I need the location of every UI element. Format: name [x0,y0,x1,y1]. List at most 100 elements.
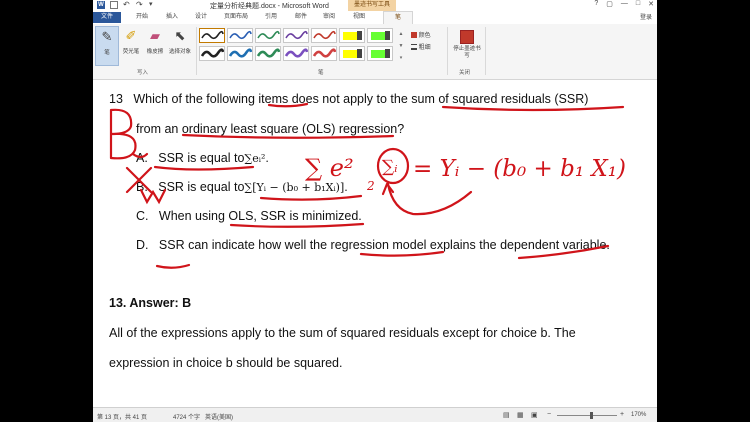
title-bar: W ↶ ↷ ▾ 定量分析经典题.docx - Microsoft Word 墨迹… [93,0,657,11]
handwritten-formula: = Yᵢ − (b₀ + b₁ X₁) [413,156,626,182]
pen-stroke-icon [229,30,252,40]
zoom-out-button[interactable]: − [547,411,551,418]
explanation-line-2: expression in choice b should be squared… [109,356,343,370]
pen-stroke-icon [284,48,308,58]
pen-stroke-icon [285,30,308,40]
option-b: B. SSR is equal to∑[Yᵢ − (b₀ + b₁Xᵢ)]. [136,180,348,194]
zoom-slider-track[interactable] [557,415,617,416]
maximize-button[interactable]: □ [636,0,640,8]
highlighter-tool-label: 荧光笔 [122,49,140,55]
highlighter-swatch[interactable] [367,28,393,43]
redo-icon[interactable]: ↷ [136,1,144,9]
read-mode-icon[interactable]: ▤ [503,411,510,419]
word-window: W ↶ ↷ ▾ 定量分析经典题.docx - Microsoft Word 墨迹… [93,0,657,422]
underline-option-a [153,165,255,171]
thickness-icon [411,44,417,51]
sign-in-link[interactable]: 登录 [640,12,652,21]
pen-color-option[interactable]: 颜色 [411,30,431,39]
option-letter: B. [136,180,148,194]
handwritten-exponent: 2 [366,179,375,193]
word-count[interactable]: 4724 个字 [173,412,200,421]
zoom-level[interactable]: 170% [631,412,646,418]
close-button[interactable]: ✕ [648,0,654,8]
pen-swatch[interactable] [227,28,253,43]
handwritten-sum-e2: ∑ e² [305,154,354,182]
pen-swatch[interactable] [283,28,309,43]
customize-qat-icon[interactable]: ▾ [149,1,157,9]
tab-file[interactable]: 文件 [93,12,121,23]
pen-swatch[interactable] [199,46,225,61]
tab-mailings[interactable]: 邮件 [290,12,312,23]
select-cursor-icon: ⬉ [174,28,186,43]
tab-references[interactable]: 引用 [260,12,282,23]
ribbon: ✎ 笔 ✐ 荧光笔 ▰ 橡皮擦 ⬉ 选择对象 写入 ▲ ▼ ▾ 颜色 粗细 笔 … [93,24,657,80]
pen-stroke-icon [201,30,224,40]
zoom-slider-thumb[interactable] [590,412,593,419]
option-c: C. When using OLS, SSR is minimized. [136,209,362,223]
undo-icon[interactable]: ↶ [123,1,131,9]
eraser-tool-button[interactable]: ▰ 橡皮擦 [143,26,167,66]
tab-view[interactable]: 视图 [348,12,370,23]
pen-swatch[interactable] [311,28,337,43]
pen-swatch[interactable] [199,28,225,43]
tab-home[interactable]: 开始 [131,12,153,23]
pen-swatch[interactable] [311,46,337,61]
minimize-button[interactable]: — [621,0,628,8]
highlighter-swatch[interactable] [367,46,393,61]
color-swatch-icon [411,32,417,39]
save-icon[interactable] [110,1,118,9]
print-layout-icon[interactable]: ▦ [517,411,524,419]
language-indicator[interactable]: 英语(美国) [205,412,233,421]
underline-ssr [441,105,625,112]
pen-stroke-icon [312,48,336,58]
help-button[interactable]: ? [594,0,598,8]
explanation-line-1: All of the expressions apply to the sum … [109,326,576,340]
highlighter-tool-button[interactable]: ✐ 荧光笔 [119,26,143,66]
question-number: 13 [109,92,123,106]
tab-pen[interactable]: 笔 [383,11,413,25]
option-math: ∑[Yᵢ − (b₀ + b₁Xᵢ)]. [244,181,348,194]
group-divider [196,27,197,75]
zoom-in-button[interactable]: + [620,411,624,418]
option-letter: A. [136,151,148,165]
underline-option-d-ssr [155,263,191,269]
ribbon-tabs: 文件 开始 插入 设计 页面布局 引用 邮件 审阅 视图 笔 登录 [93,11,657,25]
status-bar: 第 13 页，共 41 页 4724 个字 英语(美国) ▤ ▦ ▣ − + 1… [93,407,657,422]
pen-swatch[interactable] [255,46,281,61]
select-objects-button[interactable]: ⬉ 选择对象 [167,26,193,66]
eraser-tool-label: 橡皮擦 [146,49,164,55]
ribbon-display-button[interactable]: ▢ [606,0,613,8]
word-app-icon: W [97,1,105,9]
tab-insert[interactable]: 插入 [161,12,183,23]
option-text: SSR is equal to [158,151,245,165]
option-text: SSR is equal to [158,180,245,194]
pen-stroke-icon [228,48,252,58]
pen-swatch[interactable] [283,46,309,61]
document-page[interactable]: 13 Which of the following items does not… [93,80,657,407]
highlighter-stroke-icon [343,31,362,40]
stop-inking-button[interactable]: 停止墨迹书写 [452,27,482,60]
underline-regression-model [359,250,445,257]
document-title: 定量分析经典题.docx - Microsoft Word [210,3,329,10]
pen-swatch[interactable] [255,28,281,43]
option-math: ∑eᵢ². [244,152,269,165]
underline-option-b-math [259,194,363,201]
highlighter-icon: ✐ [125,28,137,43]
web-layout-icon[interactable]: ▣ [531,411,538,419]
pen-thickness-option[interactable]: 粗细 [411,42,431,51]
tab-review[interactable]: 审阅 [318,12,340,23]
pen-thickness-label: 粗细 [418,45,431,51]
question-text: Which of the following items does not ap… [133,92,589,106]
pen-tool-button[interactable]: ✎ 笔 [95,26,119,66]
tab-design[interactable]: 设计 [190,12,212,23]
gallery-scroll[interactable]: ▲ ▼ ▾ [397,28,405,64]
tab-page-layout[interactable]: 页面布局 [220,12,252,23]
page-count[interactable]: 第 13 页，共 41 页 [97,412,147,421]
ink-tools-contextual-label: 墨迹书写工具 [348,0,397,11]
select-objects-label: 选择对象 [168,49,191,55]
highlighter-swatch[interactable] [339,46,365,61]
pen-swatch[interactable] [227,46,253,61]
arrow-to-formula [386,182,473,216]
highlighter-swatch[interactable] [339,28,365,43]
underline-option-c [229,222,365,228]
